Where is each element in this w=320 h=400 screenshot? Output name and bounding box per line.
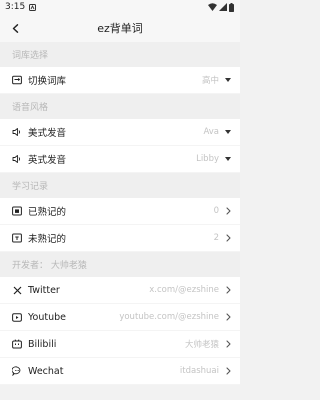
caret-down-icon [225, 155, 231, 163]
known-words-label: 已熟记的 [28, 207, 67, 218]
twitter-row[interactable]: Twitter x.com/@ezshine [0, 277, 240, 304]
bottom-spacer [0, 385, 240, 400]
switch-library-label: 切换词库 [28, 76, 67, 87]
switch-library-value: 高中 [201, 76, 219, 86]
youtube-value: youtube.com/@ezshine [119, 312, 219, 322]
bilibili-icon [12, 339, 22, 349]
uk-pronunciation-value: Libby [196, 154, 219, 164]
chevron-right-icon [225, 234, 231, 242]
page-title: ez背单词 [97, 22, 143, 35]
chevron-right-icon [225, 286, 231, 294]
status-bar: 3:15 [0, 0, 240, 14]
bilibili-row[interactable]: Bilibili 大帅老猿 [0, 331, 240, 358]
wechat-value: itdashuai [179, 366, 219, 376]
signal-icon [219, 3, 227, 11]
status-left: 3:15 [5, 2, 37, 12]
known-words-row[interactable]: 已熟记的 0 [0, 198, 240, 225]
unknown-words-row[interactable]: 未熟记的 2 [0, 225, 240, 252]
chevron-right-icon [225, 313, 231, 321]
twitter-label: Twitter [28, 284, 60, 296]
uk-pronunciation-row[interactable]: 英式发音 Libby [0, 146, 240, 173]
switch-library-icon [12, 75, 22, 85]
unknown-words-label: 未熟记的 [28, 234, 67, 245]
known-words-icon [12, 206, 22, 216]
section-header-voice: 语音风格 [0, 94, 240, 119]
wechat-label: Wechat [28, 365, 64, 377]
us-pronunciation-row[interactable]: 美式发音 Ava [0, 119, 240, 146]
bilibili-label: Bilibili [28, 338, 57, 350]
switch-library-row[interactable]: 切换词库 高中 [0, 67, 240, 94]
app-notification-icon [29, 3, 37, 11]
speaker-icon [12, 154, 22, 164]
wifi-icon [208, 3, 217, 11]
youtube-icon [12, 312, 22, 322]
battery-icon [229, 2, 234, 12]
section-header-developer: 开发者： 大帅老猿 [0, 252, 240, 277]
youtube-label: Youtube [28, 311, 66, 323]
caret-down-icon [225, 76, 231, 84]
twitter-value: x.com/@ezshine [149, 285, 219, 295]
status-time: 3:15 [5, 2, 26, 12]
chevron-right-icon [225, 340, 231, 348]
bilibili-value: 大帅老猿 [184, 340, 219, 350]
wechat-row[interactable]: Wechat itdashuai [0, 358, 240, 385]
speaker-icon [12, 127, 22, 137]
unknown-words-icon [12, 233, 22, 243]
us-pronunciation-value: Ava [203, 127, 219, 137]
x-logo-icon [12, 285, 22, 295]
status-right [208, 2, 234, 12]
chat-bubble-icon [12, 366, 22, 376]
youtube-row[interactable]: Youtube youtube.com/@ezshine [0, 304, 240, 331]
section-header-study: 学习记录 [0, 173, 240, 198]
us-pronunciation-label: 美式发音 [28, 128, 67, 139]
caret-down-icon [225, 128, 231, 136]
unknown-words-count: 2 [213, 233, 219, 243]
chevron-left-icon [12, 23, 19, 33]
section-header-library: 词库选择 [0, 42, 240, 67]
back-button[interactable] [8, 21, 22, 35]
chevron-right-icon [225, 207, 231, 215]
chevron-right-icon [225, 367, 231, 375]
known-words-count: 0 [213, 206, 219, 216]
uk-pronunciation-label: 英式发音 [28, 155, 67, 166]
nav-bar: ez背单词 [0, 14, 240, 42]
